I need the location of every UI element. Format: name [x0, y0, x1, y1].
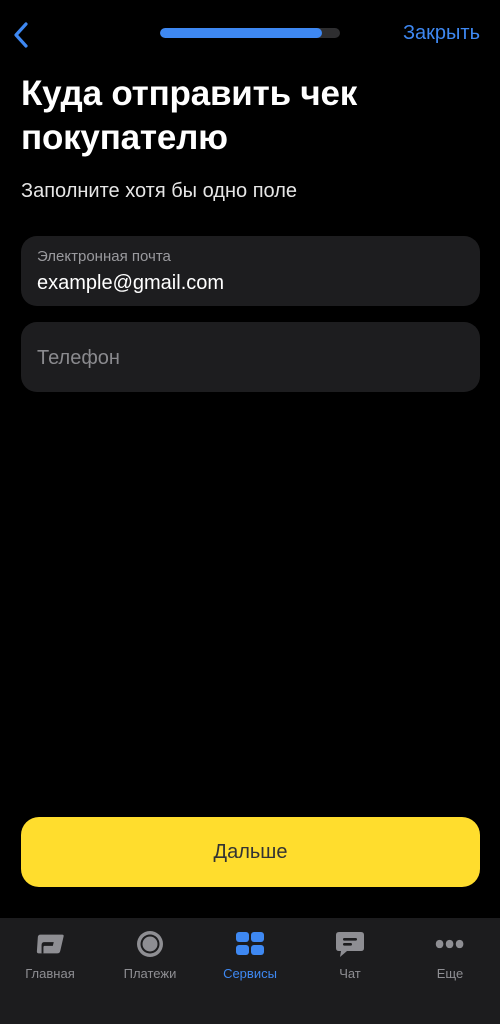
phone-field-placeholder: Телефон [37, 347, 120, 369]
tab-home[interactable]: Главная [0, 918, 100, 1024]
tab-services[interactable]: Сервисы [200, 918, 300, 1024]
close-button[interactable]: Закрыть [403, 22, 480, 45]
tab-chat-label: Чат [339, 966, 361, 981]
email-field[interactable]: Электронная почта example@gmail.com [21, 236, 480, 306]
tab-bar: Главная Платежи Сервисы Чат Еще [0, 918, 500, 1024]
tab-services-label: Сервисы [223, 966, 277, 981]
tab-payments-label: Платежи [123, 966, 177, 981]
top-bar: Закрыть [0, 0, 500, 70]
more-dots-icon [435, 930, 465, 958]
services-grid-icon [235, 930, 265, 958]
page-title: Куда отправить чек покупателю [21, 74, 358, 157]
tab-payments[interactable]: Платежи [100, 918, 200, 1024]
phone-field[interactable]: Телефон [21, 322, 480, 392]
email-field-label: Электронная почта [37, 248, 171, 265]
chevron-left-icon [14, 22, 28, 48]
tab-more[interactable]: Еще [400, 918, 500, 1024]
progress-fill [160, 28, 322, 38]
email-field-value[interactable]: example@gmail.com [37, 272, 224, 295]
tab-more-label: Еще [436, 966, 464, 981]
next-button[interactable]: Дальше [21, 817, 480, 887]
progress-bar [160, 28, 340, 38]
page-subtitle: Заполните хотя бы одно поле [21, 180, 297, 202]
tab-chat[interactable]: Чат [300, 918, 400, 1024]
back-button[interactable] [6, 18, 36, 52]
chat-bubble-icon [335, 930, 365, 958]
home-card-icon [35, 930, 65, 958]
payments-circle-icon [135, 930, 165, 958]
tab-home-label: Главная [25, 966, 75, 981]
